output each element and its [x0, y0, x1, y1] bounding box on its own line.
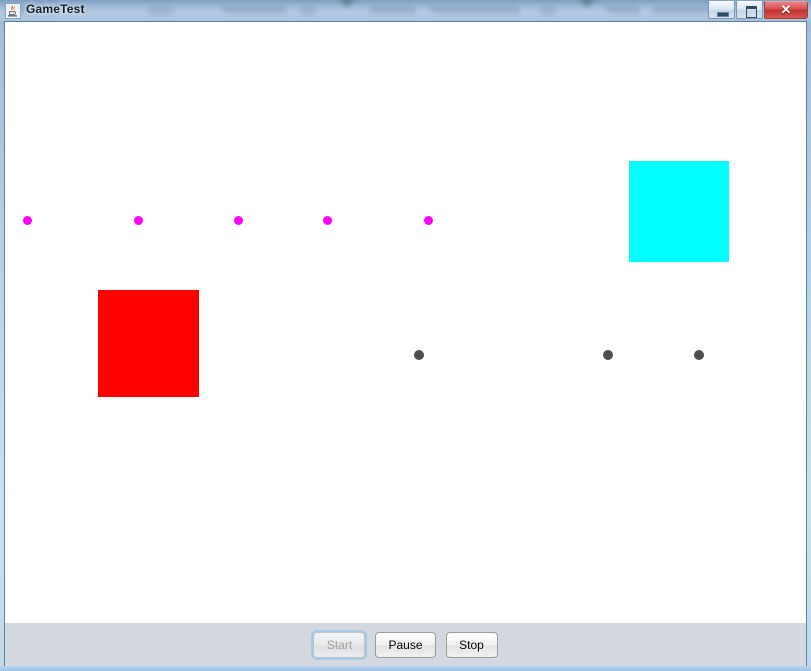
minimize-button[interactable]	[708, 1, 735, 19]
close-button[interactable]: ✕	[764, 1, 808, 19]
window-controls: ✕	[707, 1, 808, 19]
stop-button[interactable]: Stop	[445, 631, 498, 658]
cyan-square	[629, 161, 729, 262]
aero-glass-blur-backdrop	[0, 0, 811, 21]
red-square	[98, 290, 199, 397]
control-panel: Start Pause Stop	[5, 622, 806, 666]
maximize-button[interactable]	[736, 1, 763, 19]
java-coffee-cup-icon[interactable]	[5, 3, 21, 19]
window-title-bar[interactable]: GameTest ✕	[0, 0, 811, 21]
game-canvas[interactable]	[5, 22, 806, 622]
window-frame-bottom-edge	[0, 666, 811, 671]
magenta-dot-3	[234, 216, 243, 225]
close-icon: ✕	[780, 2, 792, 17]
window-client-area: Start Pause Stop	[4, 21, 807, 667]
gray-dot-2	[603, 350, 613, 360]
magenta-dot-5	[424, 216, 433, 225]
window-title: GameTest	[26, 2, 85, 16]
start-button[interactable]: Start	[313, 631, 366, 658]
application-window: GameTest ✕ Start Pause Stop	[0, 0, 811, 671]
magenta-dot-2	[134, 216, 143, 225]
magenta-dot-1	[23, 216, 32, 225]
gray-dot-1	[414, 350, 424, 360]
magenta-dot-4	[323, 216, 332, 225]
gray-dot-3	[694, 350, 704, 360]
pause-button[interactable]: Pause	[375, 631, 436, 658]
